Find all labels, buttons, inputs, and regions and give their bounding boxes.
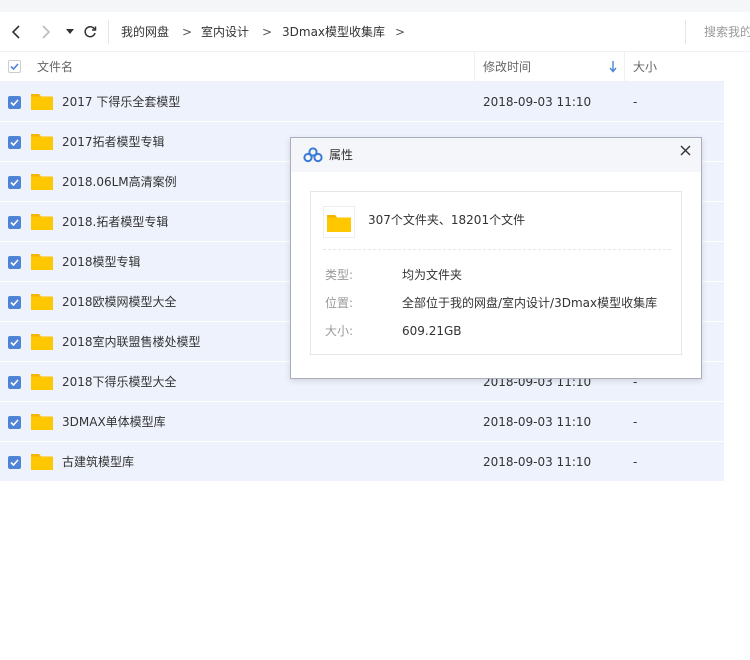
list-header: 文件名 修改时间 大小 bbox=[0, 52, 724, 82]
breadcrumb-item-my-drive[interactable]: 我的网盘 bbox=[121, 24, 169, 40]
checkmark-icon bbox=[10, 63, 19, 70]
modified-time: 2018-09-03 11:10 bbox=[483, 415, 592, 429]
select-all-checkbox[interactable] bbox=[8, 60, 21, 73]
breadcrumb-separator: > bbox=[395, 25, 406, 39]
file-manager-window: 我的网盘 > 室内设计 > 3Dmax模型收集库 > 搜索我的 文件名 修改时间… bbox=[0, 0, 750, 660]
file-name[interactable]: 2018下得乐模型大全 bbox=[62, 374, 177, 390]
folder-icon bbox=[31, 214, 53, 230]
file-name[interactable]: 2017拓者模型专辑 bbox=[62, 134, 165, 150]
row-checkbox[interactable] bbox=[8, 336, 21, 349]
checkmark-icon bbox=[10, 339, 19, 346]
panel-divider bbox=[323, 249, 671, 250]
modified-time: 2018-09-03 11:10 bbox=[483, 95, 592, 109]
column-divider[interactable] bbox=[474, 52, 475, 82]
search-input[interactable]: 搜索我的 bbox=[704, 24, 750, 40]
dialog-close-button[interactable] bbox=[677, 142, 693, 158]
table-row[interactable]: 3DMAX单体模型库 2018-09-03 11:10 - bbox=[0, 402, 724, 442]
column-header-name[interactable]: 文件名 bbox=[37, 59, 73, 75]
folder-icon bbox=[31, 174, 53, 190]
refresh-icon bbox=[84, 25, 97, 38]
prop-value-size: 609.21GB bbox=[402, 324, 462, 338]
folder-icon bbox=[31, 294, 53, 310]
row-checkbox[interactable] bbox=[8, 216, 21, 229]
breadcrumb-item-3dmax-library[interactable]: 3Dmax模型收集库 bbox=[282, 24, 385, 40]
chevron-right-icon bbox=[42, 25, 51, 39]
file-size: - bbox=[633, 95, 638, 109]
chevron-left-icon bbox=[11, 25, 20, 39]
prop-value-location: 全部位于我的网盘/室内设计/3Dmax模型收集库 bbox=[402, 296, 658, 310]
file-name[interactable]: 2018室内联盟售楼处模型 bbox=[62, 334, 201, 350]
checkmark-icon bbox=[10, 299, 19, 306]
row-checkbox[interactable] bbox=[8, 256, 21, 269]
checkmark-icon bbox=[10, 139, 19, 146]
row-checkbox[interactable] bbox=[8, 296, 21, 309]
dialog-title: 属性 bbox=[329, 148, 354, 162]
dialog-titlebar[interactable]: 属性 bbox=[291, 138, 701, 172]
toolbar-divider bbox=[685, 20, 686, 44]
row-checkbox[interactable] bbox=[8, 176, 21, 189]
file-name[interactable]: 2017 下得乐全套模型 bbox=[62, 94, 180, 110]
checkmark-icon bbox=[10, 379, 19, 386]
table-row[interactable]: 2017 下得乐全套模型 2018-09-03 11:10 - bbox=[0, 82, 724, 122]
column-divider[interactable] bbox=[624, 52, 625, 82]
checkmark-icon bbox=[10, 259, 19, 266]
row-checkbox[interactable] bbox=[8, 416, 21, 429]
folder-icon bbox=[31, 374, 53, 390]
file-name[interactable]: 古建筑模型库 bbox=[62, 454, 134, 470]
checkmark-icon bbox=[10, 179, 19, 186]
modified-time: 2018-09-03 11:10 bbox=[483, 455, 592, 469]
breadcrumb-item-interior-design[interactable]: 室内设计 bbox=[201, 24, 249, 40]
folder-icon bbox=[31, 334, 53, 350]
checkmark-icon bbox=[10, 219, 19, 226]
row-checkbox[interactable] bbox=[8, 136, 21, 149]
prop-label-location: 位置: bbox=[325, 296, 354, 310]
file-name[interactable]: 2018欧模网模型大全 bbox=[62, 294, 177, 310]
folder-icon bbox=[31, 134, 53, 150]
back-button[interactable] bbox=[6, 22, 26, 42]
row-checkbox[interactable] bbox=[8, 376, 21, 389]
sort-down-arrow-icon[interactable] bbox=[609, 60, 617, 73]
prop-label-size: 大小: bbox=[325, 324, 354, 338]
checkmark-icon bbox=[10, 419, 19, 426]
toolbar-divider bbox=[108, 20, 109, 44]
folder-icon bbox=[31, 414, 53, 430]
baidu-cloud-logo-icon bbox=[303, 147, 323, 163]
history-dropdown-button[interactable] bbox=[60, 22, 80, 42]
caret-down-icon bbox=[66, 29, 74, 34]
folder-icon bbox=[31, 254, 53, 270]
folder-icon bbox=[31, 94, 53, 110]
prop-label-type: 类型: bbox=[325, 268, 354, 282]
checkmark-icon bbox=[10, 99, 19, 106]
column-header-size[interactable]: 大小 bbox=[633, 59, 657, 75]
prop-value-type: 均为文件夹 bbox=[402, 268, 463, 282]
file-size: - bbox=[633, 415, 638, 429]
breadcrumb-separator: > bbox=[262, 25, 273, 39]
breadcrumb-separator: > bbox=[182, 25, 193, 39]
selection-summary: 307个文件夹、18201个文件 bbox=[368, 213, 526, 227]
forward-button[interactable] bbox=[36, 22, 56, 42]
file-name[interactable]: 2018.拓者模型专辑 bbox=[62, 214, 168, 230]
file-name[interactable]: 2018模型专辑 bbox=[62, 254, 141, 270]
file-name[interactable]: 3DMAX单体模型库 bbox=[62, 414, 166, 430]
properties-panel: 307个文件夹、18201个文件 类型: 均为文件夹 位置: 全部位于我的网盘/… bbox=[310, 191, 682, 355]
toolbar: 我的网盘 > 室内设计 > 3Dmax模型收集库 > 搜索我的 bbox=[0, 12, 750, 52]
refresh-button[interactable] bbox=[80, 22, 100, 42]
column-header-modified-time[interactable]: 修改时间 bbox=[483, 59, 531, 75]
table-row[interactable]: 古建筑模型库 2018-09-03 11:10 - bbox=[0, 442, 724, 482]
file-size: - bbox=[633, 455, 638, 469]
checkmark-icon bbox=[10, 459, 19, 466]
top-strip bbox=[0, 0, 750, 12]
close-icon bbox=[680, 145, 690, 155]
file-name[interactable]: 2018.06LM高清案例 bbox=[62, 174, 177, 190]
folder-icon bbox=[323, 206, 355, 238]
properties-dialog: 属性 307个文件夹、18201个文件 类型: 均为文件夹 位置: 全部位于我的… bbox=[290, 137, 702, 379]
folder-icon bbox=[31, 454, 53, 470]
row-checkbox[interactable] bbox=[8, 96, 21, 109]
row-checkbox[interactable] bbox=[8, 456, 21, 469]
